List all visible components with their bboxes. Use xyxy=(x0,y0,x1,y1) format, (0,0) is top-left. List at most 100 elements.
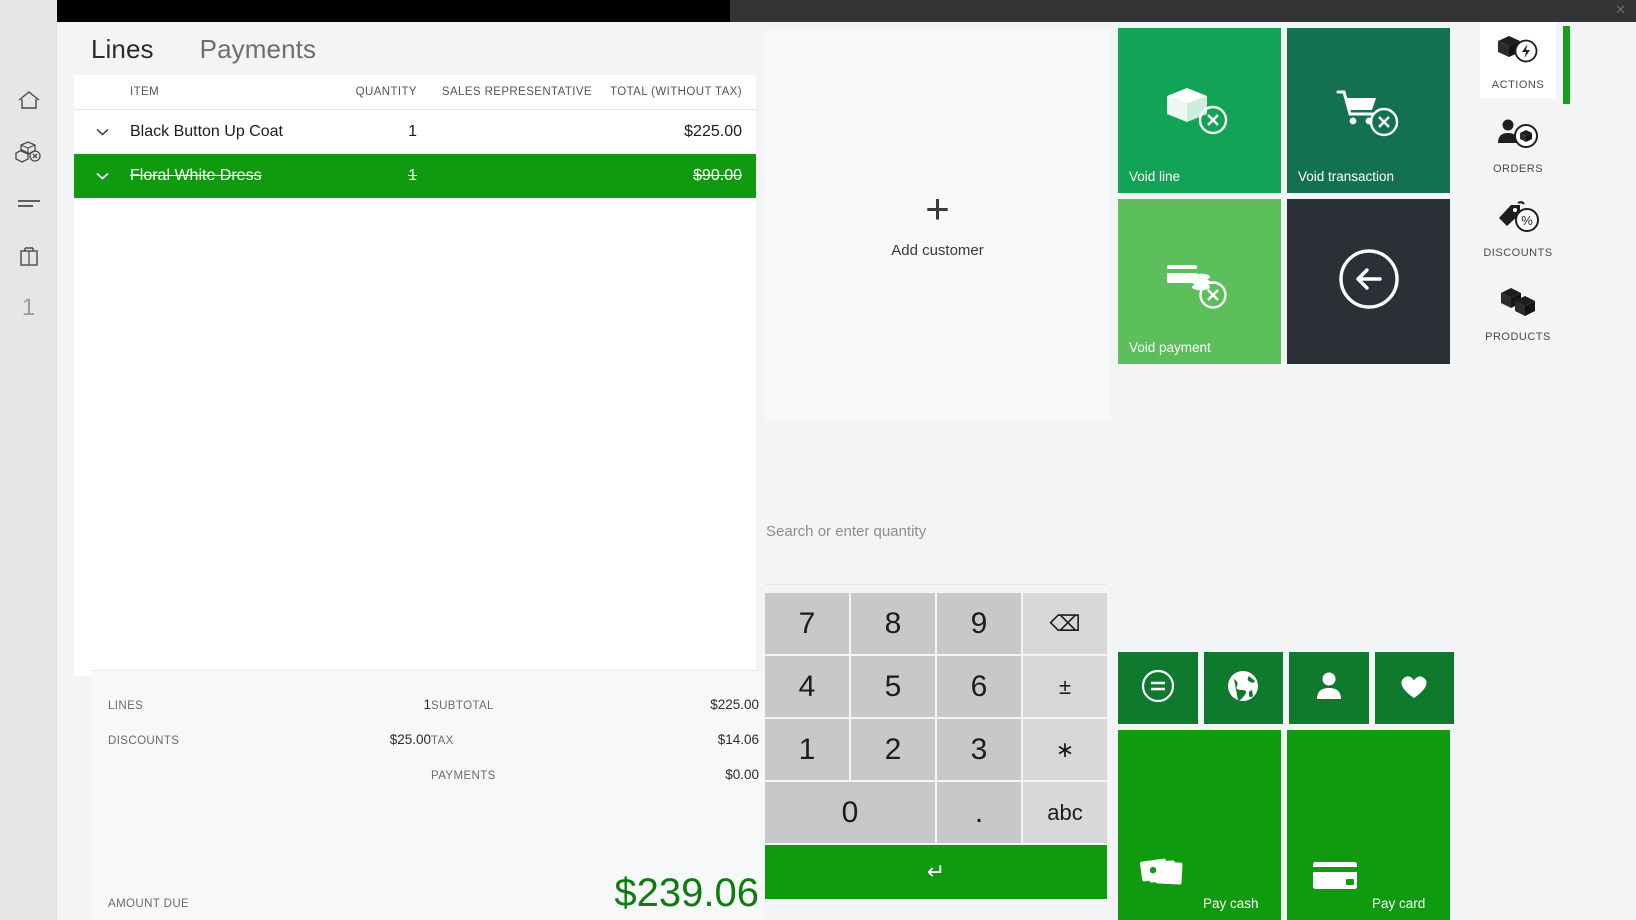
totals-tax-value: $14.06 xyxy=(717,732,759,747)
window-title-bar: ✕ xyxy=(0,0,1636,22)
quick-action-tiles-grid xyxy=(1118,652,1454,724)
sidebar-item-bag[interactable] xyxy=(0,230,57,282)
nav-discounts-label: DISCOUNTS xyxy=(1483,247,1553,259)
totals-lines-value: 1 xyxy=(423,697,431,712)
nav-item-actions[interactable]: ACTIONS xyxy=(1480,22,1556,98)
totals-subtotal-value: $225.00 xyxy=(710,697,759,712)
key-3[interactable]: 3 xyxy=(937,719,1021,780)
row-item-name: Black Button Up Coat xyxy=(130,122,283,140)
abc-key[interactable]: abc xyxy=(1023,782,1107,843)
row-quantity: 1 xyxy=(408,166,417,184)
back-arrow-icon xyxy=(1332,242,1406,321)
equals-tile[interactable] xyxy=(1118,652,1198,724)
active-nav-accent-bar xyxy=(1563,26,1570,104)
row-total: $225.00 xyxy=(684,122,742,140)
totals-subtotal-label: SUBTOTAL xyxy=(431,700,494,712)
table-row[interactable]: Floral White Dress 1 $90.00 xyxy=(74,154,756,198)
add-customer-card[interactable]: + Add customer xyxy=(765,30,1110,420)
void-transaction-label: Void transaction xyxy=(1298,169,1395,184)
totals-row-discounts: DISCOUNTS $25.00 xyxy=(108,732,431,767)
plus-icon: + xyxy=(925,184,950,232)
totals-discounts-value: $25.00 xyxy=(389,732,431,747)
nav-item-products[interactable]: PRODUCTS xyxy=(1480,274,1556,350)
backspace-key[interactable]: ⌫ xyxy=(1023,593,1107,654)
void-payment-tile[interactable]: Void payment xyxy=(1118,199,1281,364)
back-tile[interactable] xyxy=(1287,199,1450,364)
close-icon[interactable]: ✕ xyxy=(1615,3,1626,17)
void-payment-label: Void payment xyxy=(1129,340,1211,355)
plus-minus-key[interactable]: ± xyxy=(1023,656,1107,717)
left-navigation-rail: 1 xyxy=(0,22,57,920)
totals-lines-label: LINES xyxy=(108,700,144,712)
key-2[interactable]: 2 xyxy=(851,719,935,780)
key-1[interactable]: 1 xyxy=(765,719,849,780)
totals-left-column: LINES 1 DISCOUNTS $25.00 xyxy=(91,697,431,802)
cash-icon xyxy=(1129,842,1203,911)
totals-row-payments: PAYMENTS $0.00 xyxy=(431,767,759,802)
right-navigation-rail: ACTIONS ORDERS % DISCOUNTS PRODUCTS xyxy=(1457,22,1636,920)
enter-key[interactable]: ↵ xyxy=(765,845,1107,899)
title-bar-left-pad xyxy=(0,0,57,22)
person-tile[interactable] xyxy=(1289,652,1369,724)
expand-row-button[interactable] xyxy=(74,128,130,136)
sidebar-item-home[interactable] xyxy=(0,74,57,126)
pay-cash-tile[interactable]: Pay cash xyxy=(1118,730,1281,920)
void-transaction-tile[interactable]: Void transaction xyxy=(1287,28,1450,193)
totals-row-tax: TAX $14.06 xyxy=(431,732,759,767)
chevron-down-icon xyxy=(95,172,109,180)
asterisk-key[interactable]: ∗ xyxy=(1023,719,1107,780)
nav-products-label: PRODUCTS xyxy=(1485,331,1551,343)
key-9[interactable]: 9 xyxy=(937,593,1021,654)
table-row[interactable]: Black Button Up Coat 1 $225.00 xyxy=(74,110,756,154)
totals-grid: LINES 1 DISCOUNTS $25.00 SUBTOTAL $225.0… xyxy=(91,697,773,802)
nav-item-orders[interactable]: ORDERS xyxy=(1480,106,1556,182)
totals-row-subtotal: SUBTOTAL $225.00 xyxy=(431,697,759,732)
svg-text:%: % xyxy=(1521,213,1533,228)
bag-icon xyxy=(18,244,40,268)
tab-lines[interactable]: Lines xyxy=(91,34,154,65)
tab-payments[interactable]: Payments xyxy=(200,34,316,65)
totals-tax-label: TAX xyxy=(431,735,454,747)
key-6[interactable]: 6 xyxy=(937,656,1021,717)
lines-icon xyxy=(16,196,42,212)
search-input[interactable] xyxy=(765,521,1110,541)
expand-row-button[interactable] xyxy=(74,172,130,180)
key-8[interactable]: 8 xyxy=(851,593,935,654)
sidebar-item-products[interactable] xyxy=(0,126,57,178)
orders-icon xyxy=(1495,116,1541,155)
heart-icon xyxy=(1393,665,1435,712)
nav-item-discounts[interactable]: % DISCOUNTS xyxy=(1480,190,1556,266)
key-0[interactable]: 0 xyxy=(765,782,935,843)
transaction-count-label: 1 xyxy=(21,294,36,321)
key-5[interactable]: 5 xyxy=(851,656,935,717)
search-bar xyxy=(765,500,1110,562)
cart-panel-inner: Lines Payments ITEM QUANTITY SALES REPRE… xyxy=(74,22,773,920)
key-7[interactable]: 7 xyxy=(765,593,849,654)
cart-totals-panel: LINES 1 DISCOUNTS $25.00 SUBTOTAL $225.0… xyxy=(91,670,773,920)
key-4[interactable]: 4 xyxy=(765,656,849,717)
pay-card-label: Pay card xyxy=(1372,896,1426,911)
favorite-tile[interactable] xyxy=(1374,652,1454,724)
nav-orders-label: ORDERS xyxy=(1492,163,1544,175)
void-tiles-grid: Void line Void transaction Void payment xyxy=(1118,28,1450,364)
sidebar-item-lines[interactable] xyxy=(0,178,57,230)
totals-right-column: SUBTOTAL $225.00 TAX $14.06 PAYMENTS $0.… xyxy=(431,697,773,802)
payment-tiles-grid: Pay cash Pay card xyxy=(1118,730,1450,920)
keypad-grid: 7 8 9 ⌫ 4 5 6 ± 1 2 3 ∗ 0 . abc xyxy=(765,593,1107,843)
void-line-tile[interactable]: Void line xyxy=(1118,28,1281,193)
column-header-item: ITEM xyxy=(130,86,160,98)
row-item-name: Floral White Dress xyxy=(130,166,262,184)
row-quantity: 1 xyxy=(408,122,417,140)
globe-tile[interactable] xyxy=(1203,652,1283,724)
amount-due-value: $239.06 xyxy=(614,871,759,915)
chevron-down-icon xyxy=(95,128,109,136)
key-decimal[interactable]: . xyxy=(937,782,1021,843)
totals-payments-value: $0.00 xyxy=(725,767,759,782)
amount-due-row: AMOUNT DUE $239.06 xyxy=(108,872,759,914)
equals-circle-icon xyxy=(1137,665,1179,712)
numeric-keypad: 7 8 9 ⌫ 4 5 6 ± 1 2 3 ∗ 0 . abc ↵ xyxy=(765,584,1107,899)
center-column: + Add customer 7 8 9 ⌫ 4 5 6 ± 1 2 3 ∗ 0 xyxy=(765,22,1110,920)
pay-card-tile[interactable]: Pay card xyxy=(1287,730,1450,920)
void-line-label: Void line xyxy=(1129,169,1181,184)
cart-tabs: Lines Payments xyxy=(74,22,756,75)
